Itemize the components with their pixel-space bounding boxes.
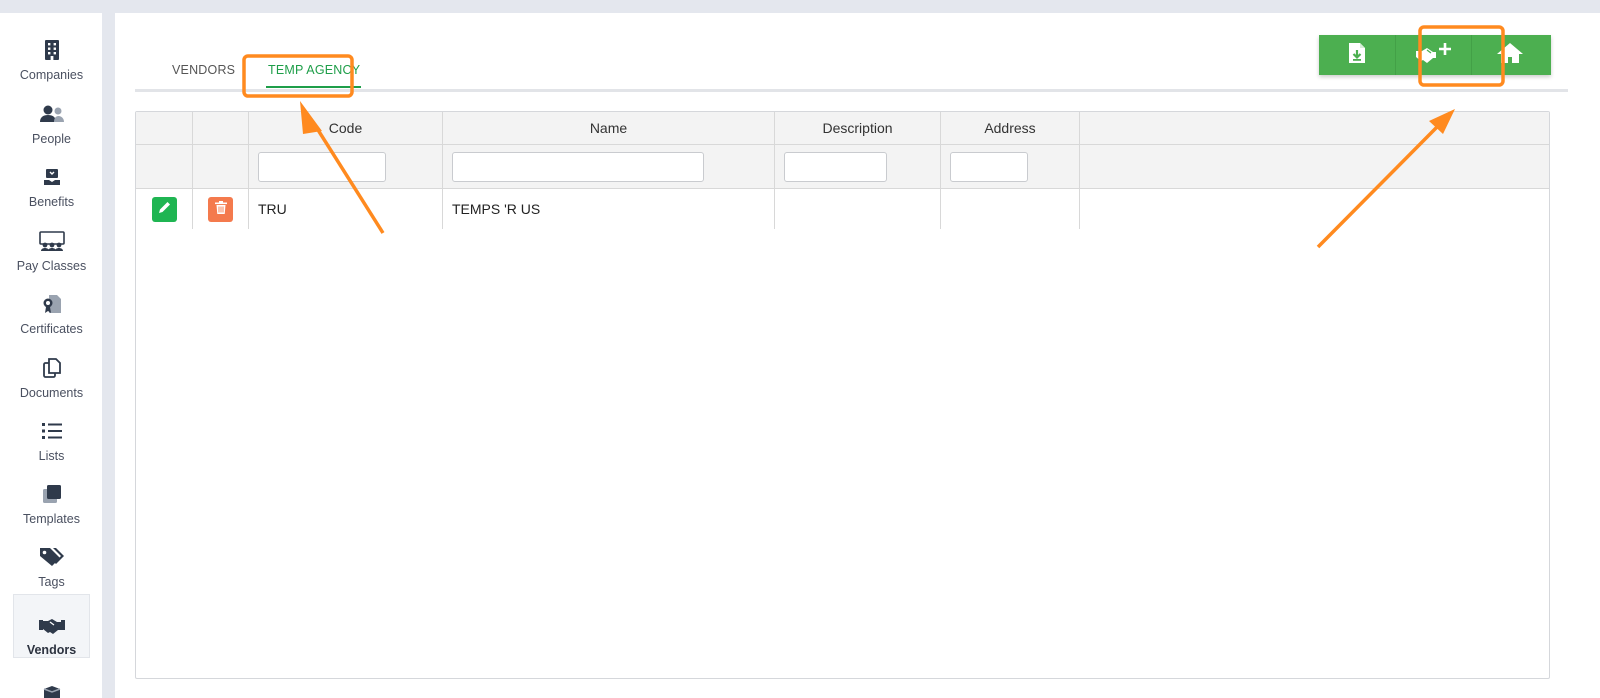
- sidebar-item-benefits[interactable]: Benefits: [13, 145, 90, 209]
- row-edit-cell: [136, 189, 193, 229]
- edit-button[interactable]: [152, 196, 177, 222]
- sidebar-item-people[interactable]: People: [13, 82, 90, 146]
- description-filter-input[interactable]: [784, 151, 887, 182]
- filter-cell-description: [775, 145, 941, 188]
- sidebar-item-certificates[interactable]: Certificates: [13, 272, 90, 336]
- delete-button[interactable]: [208, 196, 233, 222]
- list-icon: [39, 419, 65, 443]
- add-temp-agency-button[interactable]: [1395, 35, 1471, 75]
- documents-icon: [39, 356, 65, 380]
- table-header: Code Name Description Address: [136, 112, 1549, 145]
- sidebar-item-label: Certificates: [20, 322, 83, 336]
- sidebar: Companies People Benefits Pay Classes Ce…: [0, 13, 102, 698]
- data-table: Code Name Description Address TRU TEMPS …: [135, 111, 1550, 679]
- active-tab-indicator: [266, 86, 361, 88]
- tags-icon: [39, 545, 65, 569]
- column-header-code[interactable]: Code: [249, 112, 443, 144]
- code-filter-input[interactable]: [258, 151, 386, 182]
- pencil-icon: [158, 201, 171, 217]
- certificate-icon: [39, 292, 65, 316]
- column-header-description[interactable]: Description: [775, 112, 941, 144]
- filter-cell-empty: [136, 145, 193, 188]
- trash-icon: [214, 201, 227, 217]
- tab-vendors[interactable]: VENDORS: [172, 63, 235, 77]
- sidebar-item-companies[interactable]: Companies: [13, 18, 90, 82]
- sidebar-item-label: Templates: [23, 512, 80, 526]
- sidebar-item-label: Benefits: [28, 195, 75, 209]
- tab-divider: [135, 89, 1568, 92]
- cell-code: TRU: [249, 189, 443, 229]
- filter-cell-name: [443, 145, 775, 188]
- sidebar-item-label: Tags: [38, 575, 65, 589]
- file-download-icon: [1348, 42, 1366, 69]
- address-filter-input[interactable]: [950, 151, 1028, 182]
- column-header-delete: [193, 112, 249, 144]
- sidebar-item-lists[interactable]: Lists: [13, 399, 90, 463]
- cell-name: TEMPS 'R US: [443, 189, 775, 229]
- row-delete-cell: [193, 189, 249, 229]
- filter-row: [136, 145, 1549, 189]
- filter-cell-address: [941, 145, 1080, 188]
- cell-address: [941, 189, 1080, 229]
- sidebar-item-tags[interactable]: Tags: [13, 525, 90, 589]
- handshake-icon: [38, 615, 65, 637]
- column-header-address[interactable]: Address: [941, 112, 1080, 144]
- table-row: TRU TEMPS 'R US: [136, 189, 1549, 229]
- sidebar-item-documents[interactable]: Documents: [13, 336, 90, 400]
- column-header-edit: [136, 112, 193, 144]
- home-icon: [1496, 42, 1524, 69]
- box-icon: [39, 681, 65, 698]
- home-button[interactable]: [1471, 35, 1547, 75]
- sidebar-item-vendors[interactable]: Vendors: [13, 594, 90, 658]
- download-file-button[interactable]: [1319, 35, 1395, 75]
- toolbar: [1319, 35, 1551, 75]
- building-icon: [39, 38, 65, 62]
- sidebar-item-pay-classes[interactable]: Pay Classes: [13, 209, 90, 273]
- main-panel: VENDORS TEMP AGENCY Code Name Descriptio…: [115, 13, 1600, 698]
- filter-cell-code: [249, 145, 443, 188]
- benefits-icon: [39, 165, 65, 189]
- name-filter-input[interactable]: [452, 151, 704, 182]
- tab-temp-agency[interactable]: TEMP AGENCY: [268, 63, 360, 77]
- handshake-plus-icon: [1414, 42, 1454, 69]
- sidebar-item-label: Pay Classes: [16, 259, 87, 273]
- sidebar-item-label: Documents: [19, 386, 84, 400]
- people-icon: [39, 102, 65, 126]
- pay-classes-icon: [38, 229, 65, 253]
- sidebar-item-label: Companies: [19, 68, 84, 82]
- sidebar-item-label: People: [32, 132, 71, 146]
- cell-description: [775, 189, 941, 229]
- sidebar-item-templates[interactable]: Templates: [13, 462, 90, 526]
- filter-cell-empty: [193, 145, 249, 188]
- sidebar-item-more[interactable]: [13, 661, 90, 698]
- column-header-name[interactable]: Name: [443, 112, 775, 144]
- templates-icon: [39, 482, 65, 506]
- sidebar-item-label: Lists: [38, 449, 65, 463]
- sidebar-item-label: Vendors: [26, 643, 77, 657]
